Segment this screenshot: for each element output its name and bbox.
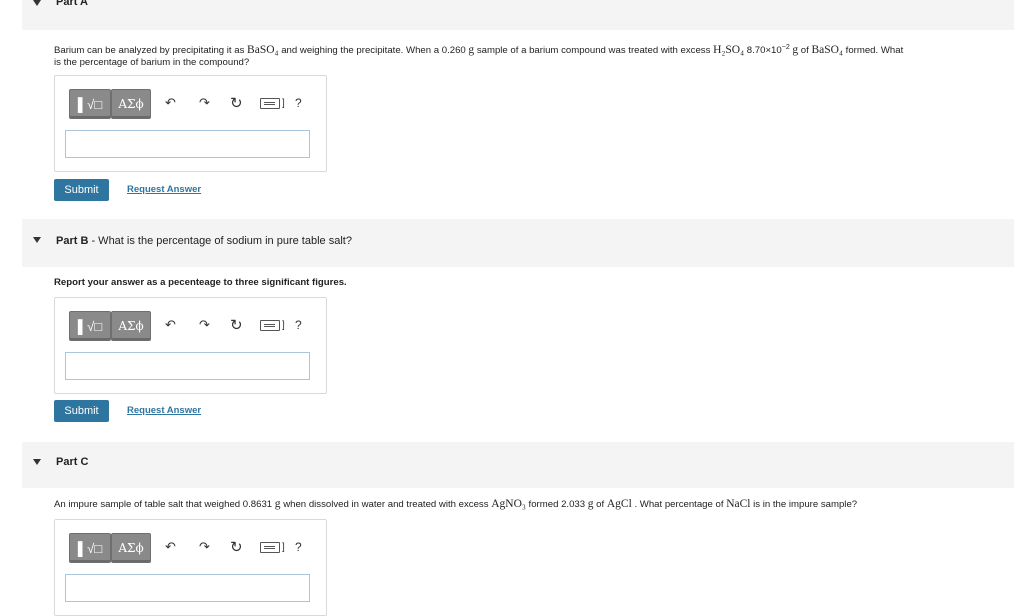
matrix-template-button[interactable]: ▌√□ — [69, 311, 111, 341]
undo-icon[interactable]: ↶ — [165, 538, 176, 556]
part-a-title: Part A — [56, 0, 88, 8]
reset-icon[interactable]: ↻ — [230, 316, 243, 334]
radical-icon: ▌√□ — [77, 318, 103, 334]
part-c-header[interactable]: Part C — [22, 442, 1014, 488]
help-icon[interactable]: ? — [295, 538, 302, 556]
part-a-question: Barium can be analyzed by precipitating … — [54, 44, 904, 69]
part-b-title: Part B - What is the percentage of sodiu… — [56, 235, 352, 247]
part-b-submit-button[interactable]: Submit — [54, 400, 109, 422]
redo-icon[interactable]: ↷ — [199, 538, 210, 556]
greek-symbols-button[interactable]: AΣϕ — [111, 533, 151, 563]
matrix-template-button[interactable]: ▌√□ — [69, 533, 111, 563]
keyboard-icon[interactable]: ] — [260, 94, 285, 112]
part-b-answer-input[interactable] — [65, 352, 310, 380]
part-a-submit-button[interactable]: Submit — [54, 179, 109, 201]
undo-icon[interactable]: ↶ — [165, 316, 176, 334]
part-c-title: Part C — [56, 456, 89, 468]
keyboard-icon[interactable]: ] — [260, 316, 285, 334]
redo-icon[interactable]: ↷ — [199, 94, 210, 112]
part-a-answer-panel: ▌√□ AΣϕ ↶ ↷ ↻ ] ? — [54, 75, 327, 172]
redo-icon[interactable]: ↷ — [199, 316, 210, 334]
reset-icon[interactable]: ↻ — [230, 94, 243, 112]
part-c-answer-panel: ▌√□ AΣϕ ↶ ↷ ↻ ] ? — [54, 519, 327, 616]
part-b-request-answer-link[interactable]: Request Answer — [127, 405, 201, 416]
part-a-request-answer-link[interactable]: Request Answer — [127, 184, 201, 195]
part-b-header[interactable]: Part B - What is the percentage of sodiu… — [22, 219, 1014, 267]
matrix-template-button[interactable]: ▌√□ — [69, 89, 111, 119]
reset-icon[interactable]: ↻ — [230, 538, 243, 556]
greek-symbols-button[interactable]: AΣϕ — [111, 311, 151, 341]
help-icon[interactable]: ? — [295, 94, 302, 112]
part-c-answer-input[interactable] — [65, 574, 310, 602]
part-c-question: An impure sample of table salt that weig… — [54, 498, 858, 510]
undo-icon[interactable]: ↶ — [165, 94, 176, 112]
collapse-caret-icon[interactable] — [33, 0, 41, 6]
radical-icon: ▌√□ — [77, 540, 103, 556]
part-b-answer-panel: ▌√□ AΣϕ ↶ ↷ ↻ ] ? — [54, 297, 327, 394]
greek-symbols-button[interactable]: AΣϕ — [111, 89, 151, 119]
part-a-answer-input[interactable] — [65, 130, 310, 158]
part-a-header[interactable]: Part A — [22, 0, 1014, 30]
radical-icon: ▌√□ — [77, 96, 103, 112]
collapse-caret-icon[interactable] — [33, 237, 41, 243]
collapse-caret-icon[interactable] — [33, 459, 41, 465]
part-b-instruction: Report your answer as a pecenteage to th… — [54, 277, 347, 288]
help-icon[interactable]: ? — [295, 316, 302, 334]
keyboard-icon[interactable]: ] — [260, 538, 285, 556]
